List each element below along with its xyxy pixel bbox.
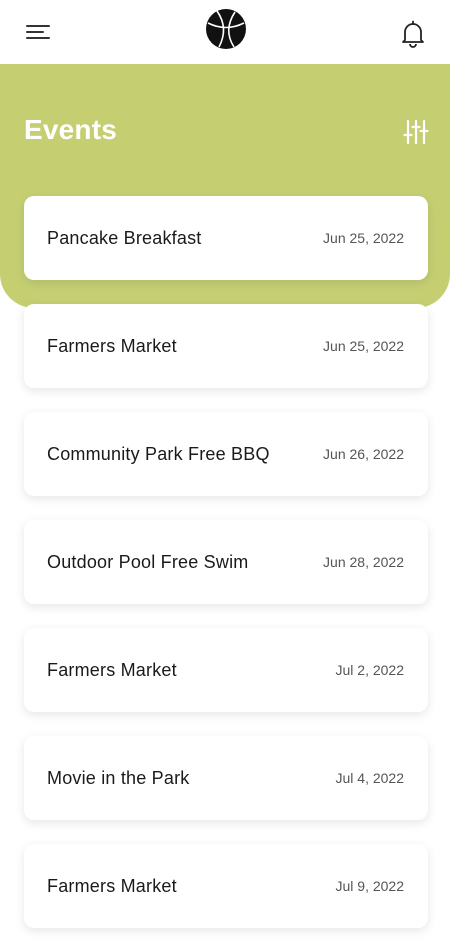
event-date: Jul 4, 2022 bbox=[335, 770, 405, 786]
event-date: Jun 26, 2022 bbox=[323, 446, 404, 462]
event-card[interactable]: Pancake Breakfast Jun 25, 2022 bbox=[24, 196, 428, 280]
event-card[interactable]: Outdoor Pool Free Swim Jun 28, 2022 bbox=[24, 520, 428, 604]
event-card[interactable]: Movie in the Park Jul 4, 2022 bbox=[24, 736, 428, 820]
basketball-logo[interactable] bbox=[205, 8, 247, 50]
filter-button[interactable] bbox=[400, 116, 432, 148]
notifications-button[interactable] bbox=[396, 16, 430, 50]
event-list: Pancake Breakfast Jun 25, 2022 Farmers M… bbox=[24, 196, 428, 952]
event-name: Movie in the Park bbox=[47, 768, 190, 788]
event-card[interactable]: Farmers Market Jun 25, 2022 bbox=[24, 304, 428, 388]
hamburger-menu-icon bbox=[26, 25, 50, 39]
event-card[interactable]: Community Park Free BBQ Jun 26, 2022 bbox=[24, 412, 428, 496]
menu-button[interactable] bbox=[22, 18, 54, 46]
sliders-filter-icon bbox=[403, 119, 429, 145]
event-date: Jun 25, 2022 bbox=[323, 338, 404, 354]
event-date: Jul 2, 2022 bbox=[335, 662, 405, 678]
event-date: Jul 9, 2022 bbox=[335, 878, 405, 894]
event-card[interactable]: Farmers Market Jul 2, 2022 bbox=[24, 628, 428, 712]
event-name: Farmers Market bbox=[47, 876, 177, 896]
event-date: Jun 25, 2022 bbox=[323, 230, 404, 246]
event-card[interactable]: Farmers Market Jul 9, 2022 bbox=[24, 844, 428, 928]
event-name: Community Park Free BBQ bbox=[47, 444, 270, 464]
event-name: Farmers Market bbox=[47, 660, 177, 680]
page-title: Events bbox=[24, 114, 118, 145]
bell-icon bbox=[402, 20, 424, 48]
top-app-bar bbox=[0, 0, 450, 64]
event-name: Farmers Market bbox=[47, 336, 177, 356]
event-name: Pancake Breakfast bbox=[47, 228, 202, 248]
event-name: Outdoor Pool Free Swim bbox=[47, 552, 249, 572]
event-date: Jun 28, 2022 bbox=[323, 554, 404, 570]
